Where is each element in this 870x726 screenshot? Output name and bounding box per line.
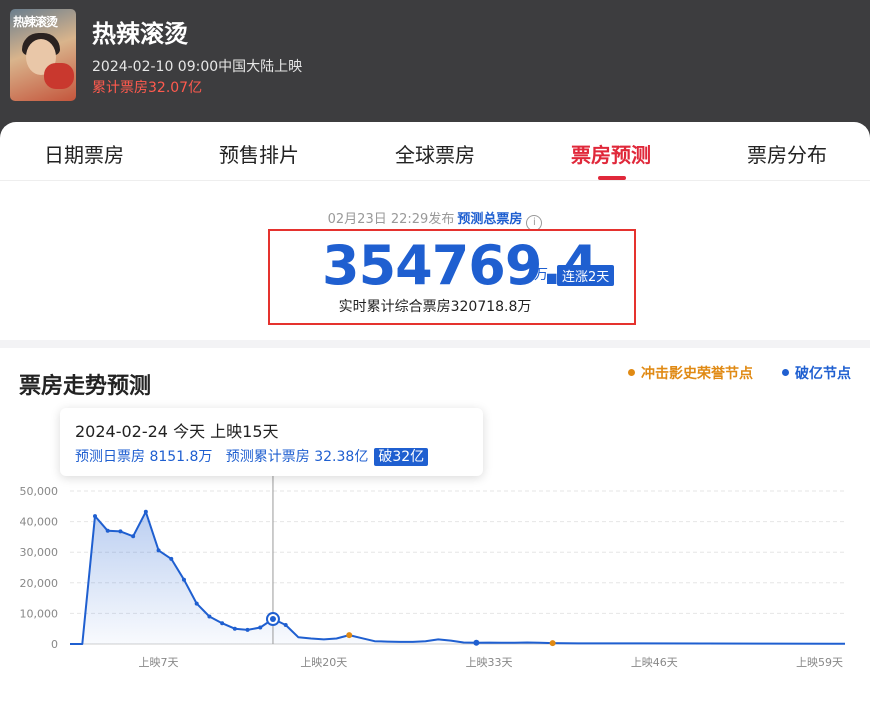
tab-daily-box-office[interactable]: 日期票房 — [44, 139, 124, 168]
y-tick-label: 40,000 — [20, 516, 59, 529]
x-tick-label: 上映20天 — [300, 656, 347, 669]
realtime-box-office: 实时累计综合票房320718.8万 — [338, 299, 532, 315]
data-point — [181, 577, 186, 582]
honor-node-marker — [549, 640, 556, 647]
data-point — [283, 623, 288, 628]
y-tick-label: 0 — [51, 638, 58, 651]
data-point — [93, 514, 97, 519]
release-info: 2024-02-10 09:00中国大陆上映 — [92, 59, 303, 75]
data-point — [258, 625, 263, 630]
tooltip-cumulative: 预测累计票房 32.38亿 — [225, 449, 369, 465]
area-fill — [70, 511, 845, 644]
trend-chart[interactable]: 50,000 40,000 30,000 20,000 10,000 0 上映7天 上映20天… — [0, 348, 870, 726]
data-point — [105, 528, 110, 533]
tab-global-box-office[interactable]: 全球票房 — [395, 139, 475, 168]
tab-presale-schedule[interactable]: 预售排片 — [219, 139, 299, 168]
chart-tooltip: 2024-02-24 今天 上映15天 预测日票房 8151.8万 预测累计票房… — [60, 408, 483, 476]
y-tick-label: 10,000 — [20, 607, 59, 620]
data-point — [143, 509, 148, 514]
tooltip-values: 预测日票房 8151.8万 预测累计票房 32.38亿 破32亿 — [75, 446, 429, 466]
tab-box-office-distribution[interactable]: 票房分布 — [747, 139, 827, 168]
forecast-total-unit: 万 — [534, 267, 548, 283]
movie-poster[interactable]: 热辣滚烫 — [10, 9, 76, 101]
forecast-total-label: 预测总票房 — [457, 212, 523, 227]
data-point — [169, 556, 174, 561]
y-tick-label: 30,000 — [20, 546, 59, 559]
active-tab-indicator — [598, 176, 626, 180]
y-tick-label: 50,000 — [20, 485, 59, 498]
data-point — [207, 614, 212, 619]
data-point — [131, 534, 136, 539]
tab-bar: 日期票房 预售排片 全球票房 票房预测 票房分布 — [0, 122, 870, 181]
publish-time: 02月23日 22:29发布 — [327, 212, 455, 227]
data-point — [220, 621, 225, 626]
honor-node-marker — [346, 632, 353, 639]
forecast-card: 日期票房 预售排片 全球票房 票房预测 票房分布 02月23日 22:29发布预… — [0, 122, 870, 340]
trend-card: 票房走势预测 冲击影史荣誉节点 破亿节点 50,000 40,000 30,000 2… — [0, 348, 870, 726]
tab-box-office-forecast[interactable]: 票房预测 — [571, 139, 651, 168]
today-marker-core — [269, 616, 276, 623]
data-point — [194, 601, 199, 606]
streak-badge: 连涨2天 — [557, 265, 615, 286]
data-point — [232, 626, 237, 631]
data-point — [118, 529, 123, 534]
total-box-office: 累计票房32.07亿 — [92, 80, 203, 96]
x-tick-label: 上映33天 — [466, 656, 513, 669]
x-tick-label: 上映7天 — [139, 656, 179, 669]
poster-boxing-glove — [44, 63, 74, 89]
data-point — [245, 627, 250, 632]
x-tick-label: 上映46天 — [631, 656, 678, 669]
data-point — [156, 548, 161, 553]
poster-title-text: 热辣滚烫 — [13, 15, 58, 29]
tooltip-daily: 预测日票房 8151.8万 — [75, 449, 213, 465]
x-tick-label: 上映59天 — [796, 656, 843, 669]
yi-node-marker — [473, 639, 480, 646]
movie-title: 热辣滚烫 — [92, 20, 188, 48]
tooltip-date: 2024-02-24 今天 上映15天 — [75, 422, 279, 441]
tooltip-badge: 破32亿 — [374, 448, 429, 466]
movie-header: 热辣滚烫 热辣滚烫 2024-02-10 09:00中国大陆上映 累计票房32.… — [0, 0, 870, 140]
publish-line: 02月23日 22:29发布 预测总票房 i — [0, 208, 870, 231]
y-tick-label: 20,000 — [20, 577, 59, 590]
